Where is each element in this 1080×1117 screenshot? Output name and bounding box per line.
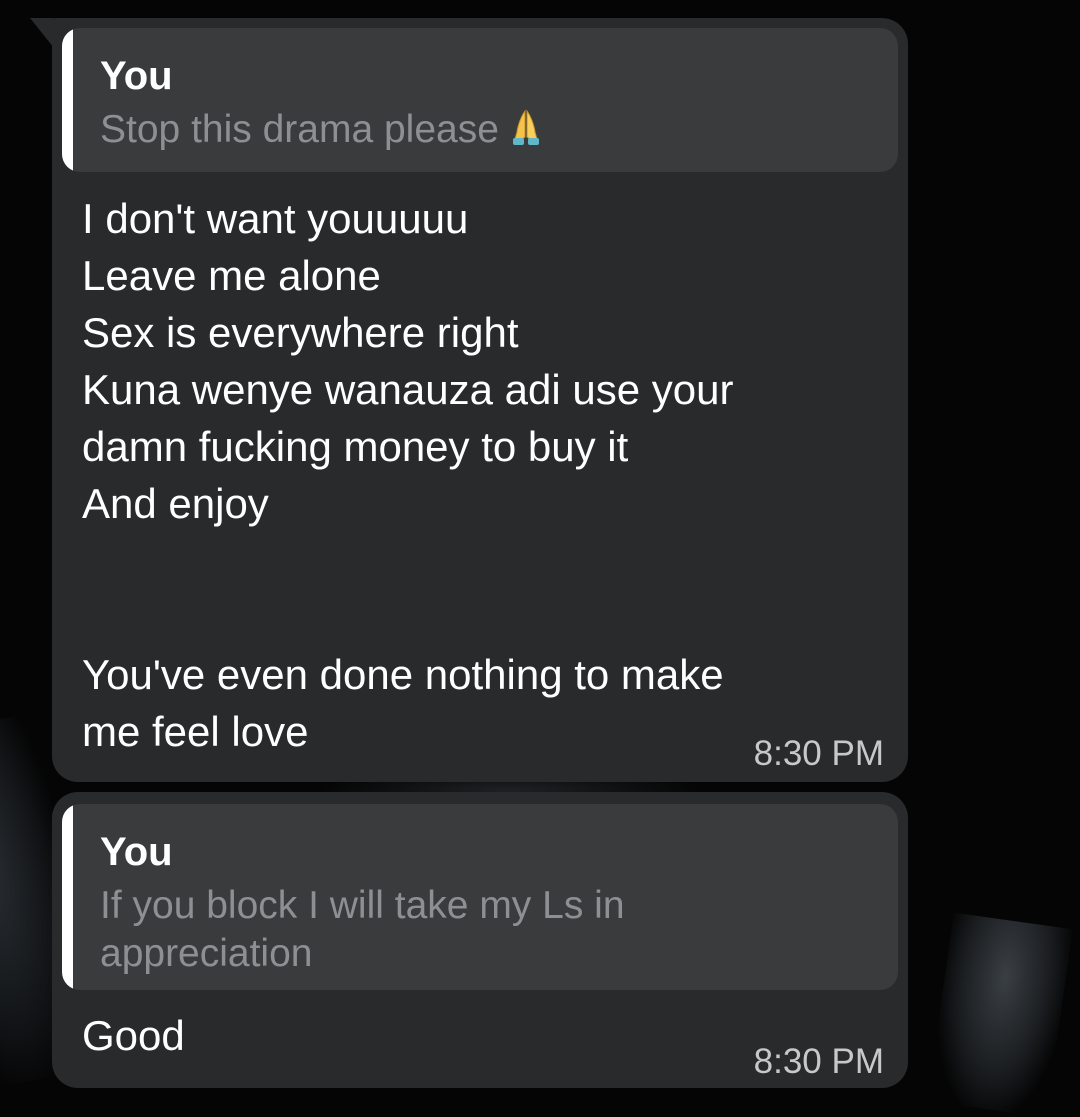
reply-quote[interactable]: You Stop this drama please [62,28,898,172]
reply-quote-text: Stop this drama please [100,106,860,158]
message-bubble[interactable]: You Stop this drama please I don't want … [52,18,908,782]
message-bubble[interactable]: You If you block I will take my Ls in ap… [52,792,908,1088]
reply-quote-author: You [100,830,173,874]
background-shadow-right [927,912,1073,1117]
folded-hands-icon [511,108,541,158]
reply-quote-author: You [100,54,173,98]
reply-quote-text-content: Stop this drama please [100,108,499,151]
reply-quote[interactable]: You If you block I will take my Ls in ap… [62,804,898,990]
reply-quote-text: If you block I will take my Ls in apprec… [100,884,625,975]
message-timestamp: 8:30 PM [753,734,884,773]
bubble-tail [30,18,54,48]
message-timestamp: 8:30 PM [753,1042,884,1081]
message-text: I don't want youuuuu Leave me alone Sex … [82,195,734,755]
